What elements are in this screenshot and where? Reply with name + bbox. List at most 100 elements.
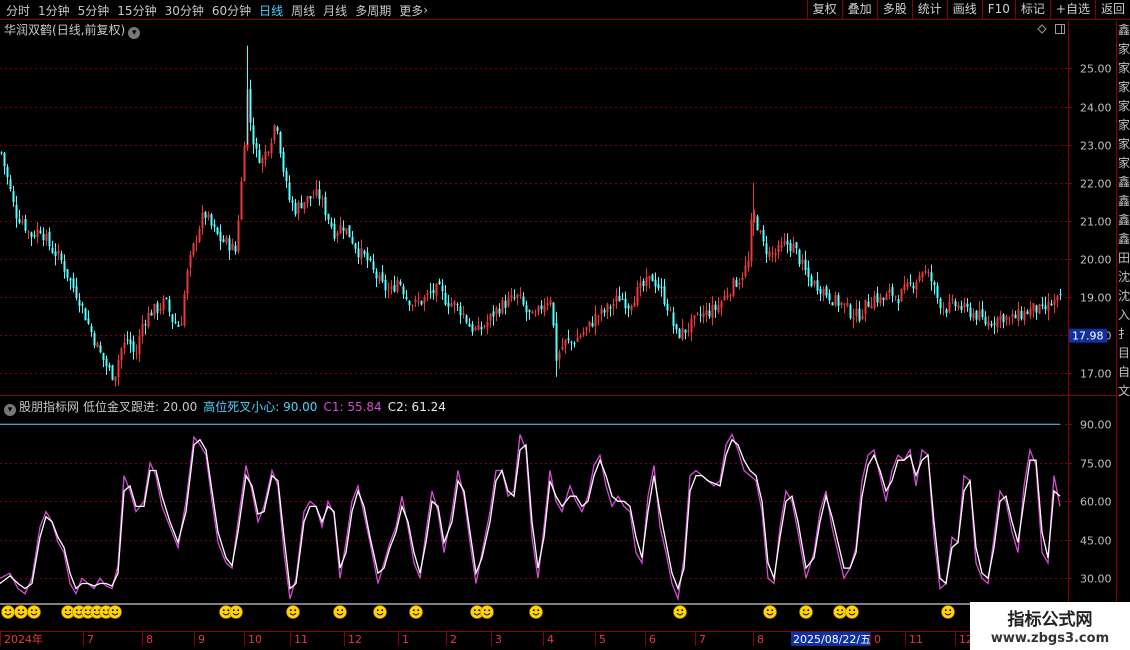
down-candle [525,305,528,313]
smiley-eye [4,609,7,612]
up-candle [987,321,990,327]
toolbar-button-0[interactable]: 复权 [806,0,842,19]
down-candle [603,310,606,313]
toolbar-button-4[interactable]: 画线 [946,0,982,19]
down-candle [552,302,555,326]
up-candle [1023,311,1026,321]
down-candle [522,296,525,305]
toolbar-button-8[interactable]: 返回 [1094,0,1130,19]
down-candle [51,247,54,253]
smiley-signal-icon [763,605,777,619]
high-threshold-label: 高位死叉小心: 90.00 [203,400,318,414]
up-candle [921,272,924,278]
down-candle [156,303,159,313]
period-tab-8[interactable]: 月线 [319,2,351,19]
up-candle [711,304,714,319]
up-candle [36,229,39,237]
chevron-down-icon[interactable]: ▾ [4,404,16,416]
period-tab-3[interactable]: 15分钟 [113,2,160,19]
price-tick-label: 21.00 [1080,216,1112,229]
down-candle [66,269,69,278]
period-tab-5[interactable]: 60分钟 [208,2,255,19]
down-candle [204,212,207,218]
down-candle [762,229,765,242]
toolbar-button-5[interactable]: F10 [981,0,1015,19]
up-candle [588,321,591,327]
down-candle [819,288,822,294]
smiley-eye [483,609,486,612]
up-candle [306,196,309,204]
smiley-signal-icon [27,605,41,619]
down-candle [369,258,372,261]
smiley-mouth [676,612,684,616]
smiley-signal-icon [373,605,387,619]
down-candle [342,227,345,231]
price-tick-label: 22.00 [1080,178,1112,191]
chevron-right-icon[interactable]: › [423,3,430,17]
period-tab-6[interactable]: 日线 [255,2,287,19]
c1-value-label: C1: 55.84 [323,400,382,414]
period-tab-9[interactable]: 多周期 [351,2,395,19]
up-candle [753,214,756,218]
down-candle [675,324,678,330]
smiley-face [286,605,300,619]
up-candle [963,302,966,308]
down-candle [276,127,279,132]
up-candle [720,301,723,309]
down-candle [939,298,942,309]
up-candle [888,289,891,293]
smiley-mouth [111,612,119,616]
period-tab-7[interactable]: 周线 [287,2,319,19]
down-candle [660,287,663,289]
watermark-url: www.zbgs3.com [990,631,1110,646]
down-candle [102,352,105,360]
smiley-eye [336,609,339,612]
down-candle [831,302,834,306]
down-candle [447,302,450,307]
up-candle [345,228,348,234]
cursor-date-box [791,632,871,646]
toolbar-button-6[interactable]: 标记 [1014,0,1050,19]
price-tick-label: 18.00 [1080,330,1112,343]
period-tab-0[interactable]: 分时 [2,2,34,19]
smiley-signal-icon [409,605,423,619]
down-candle [657,284,660,289]
period-tab-1[interactable]: 1分钟 [34,2,74,19]
x-tick-label: 3 [495,633,502,646]
down-candle [438,281,441,285]
up-candle [648,276,651,280]
chevron-down-icon[interactable]: ▾ [128,27,141,39]
x-tick-label: 10 [248,633,262,646]
up-candle [852,317,855,320]
x-tick-label: 2024年 [4,632,43,646]
period-tab-2[interactable]: 5分钟 [74,2,114,19]
period-tab-4[interactable]: 30分钟 [161,2,208,19]
smiley-mouth [848,612,856,616]
up-candle [1032,303,1035,311]
down-candle [9,179,12,190]
up-candle [21,221,24,223]
up-candle [195,240,198,243]
toolbar-button-2[interactable]: 多股 [876,0,912,19]
up-candle [138,336,141,355]
smiley-face [81,605,95,619]
up-candle [207,214,210,218]
smiley-eye [841,609,844,612]
down-candle [492,311,495,317]
up-candle [747,260,750,268]
down-candle [459,306,462,316]
smiley-face [27,605,41,619]
x-tick-label: 11 [909,633,923,646]
smiley-eye [532,609,535,612]
up-candle [453,301,456,306]
up-candle [507,297,510,307]
smiley-eye [412,609,415,612]
up-candle [114,376,117,381]
down-candle [672,312,675,326]
toolbar-button-1[interactable]: 叠加 [841,0,877,19]
down-candle [24,219,27,231]
toolbar-button-3[interactable]: 统计 [911,0,947,19]
toolbar-button-7[interactable]: +自选 [1049,0,1095,19]
chart-canvas[interactable]: 17.00 18.00 19.00 20.00 21.00 22.00 23.00 24.00… [0,0,1130,650]
indicator-title: ▾ 股朋指标网 低位金叉跟进: 20.00 高位死叉小心: 90.00 C1: 55.8… [4,398,446,416]
